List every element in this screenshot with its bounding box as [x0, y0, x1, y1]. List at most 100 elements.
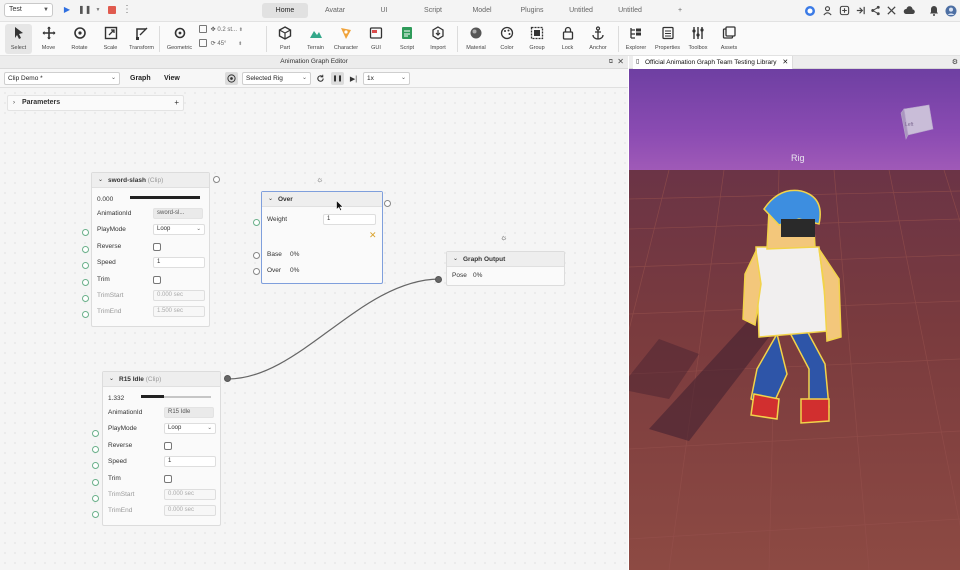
color-button[interactable]: Color: [493, 24, 521, 54]
input-pin-trimend[interactable]: [92, 511, 99, 518]
reverse-checkbox[interactable]: [153, 243, 161, 251]
assistant-icon[interactable]: [803, 4, 816, 17]
trim-checkbox[interactable]: [164, 475, 172, 483]
move-step-checkbox[interactable]: [199, 25, 207, 34]
trimend-field[interactable]: 0.000 sec: [164, 505, 216, 516]
input-pin-trim[interactable]: [92, 479, 99, 486]
properties-button[interactable]: Properties: [652, 24, 683, 54]
input-pin-trim[interactable]: [82, 279, 89, 286]
input-pin-speed[interactable]: [92, 462, 99, 469]
trimstart-field[interactable]: 0.000 sec: [164, 489, 216, 500]
input-pin-reverse[interactable]: [92, 446, 99, 453]
trimend-field[interactable]: 1.500 sec: [153, 306, 205, 317]
rotate-tool-button[interactable]: Rotate: [65, 24, 94, 54]
input-pin-base[interactable]: [253, 252, 260, 259]
pause-preview-button[interactable]: ❚❚: [331, 72, 344, 85]
viewport-tab[interactable]: ▯ Official Animation Graph Team Testing …: [633, 56, 794, 69]
tab-untitled-2[interactable]: Untitled: [612, 3, 648, 18]
playback-scrubber[interactable]: 1.332: [103, 388, 220, 404]
trim-checkbox[interactable]: [153, 276, 161, 284]
clip-node-sword-slash[interactable]: ⌄ sword-slash (Clip) 0.000 AnimationId s…: [91, 172, 210, 327]
input-pin-trimstart[interactable]: [92, 495, 99, 502]
node-header[interactable]: ⌄ Graph Output: [447, 252, 564, 267]
more-options-icon[interactable]: ⋮: [121, 4, 133, 16]
playmode-dropdown[interactable]: Loop ⌄: [164, 423, 216, 434]
remove-input-icon[interactable]: ✕: [369, 230, 377, 241]
animation-id-field[interactable]: sword-sl...: [153, 208, 203, 219]
weight-field[interactable]: 1: [323, 214, 376, 225]
rotate-step-checkbox[interactable]: [199, 39, 207, 48]
collaborators-icon[interactable]: [821, 4, 834, 17]
move-step-stepper-icon[interactable]: ⬍: [239, 27, 243, 33]
character-button[interactable]: Character: [331, 24, 361, 54]
tab-untitled-1[interactable]: Untitled: [563, 3, 599, 18]
move-step-field[interactable]: ✥ 0.2 st... ⬍: [199, 25, 259, 36]
blend-node-over[interactable]: ⌄ Over Weight 1 ✕ Base 0% Over 0%: [261, 191, 383, 284]
output-node-settings-icon[interactable]: ☼: [500, 233, 507, 242]
publish-icon[interactable]: [854, 4, 867, 17]
clip-select[interactable]: Clip Demo * ⌄: [4, 72, 120, 85]
cloud-icon[interactable]: [902, 4, 915, 17]
reverse-checkbox[interactable]: [164, 442, 172, 450]
graph-canvas[interactable]: › Parameters + ⌄ sword-slash (Clip) 0.00…: [0, 88, 628, 570]
view-menu[interactable]: View: [164, 72, 180, 85]
play-options-chevron-icon[interactable]: ▼: [92, 4, 104, 16]
tab-plugins[interactable]: Plugins: [514, 3, 550, 18]
transform-tool-button[interactable]: Transform: [126, 24, 157, 54]
graph-output-node[interactable]: ⌄ Graph Output Pose 0%: [446, 251, 565, 286]
animation-id-field[interactable]: R15 Idle: [164, 407, 214, 418]
gui-button[interactable]: GUI: [364, 24, 388, 54]
input-pin-reverse[interactable]: [82, 246, 89, 253]
playback-speed-select[interactable]: 1x ⌄: [363, 72, 410, 85]
share-icon[interactable]: [869, 4, 882, 17]
material-button[interactable]: Material: [462, 24, 490, 54]
script-button[interactable]: Script: [394, 24, 420, 54]
graph-menu[interactable]: Graph: [130, 72, 151, 85]
node-header[interactable]: ⌄ sword-slash (Clip): [92, 173, 209, 188]
add-collaborator-icon[interactable]: [838, 4, 851, 17]
tab-home[interactable]: Home: [262, 3, 308, 18]
new-tab-button[interactable]: +: [672, 3, 688, 18]
group-button[interactable]: Group: [524, 24, 550, 54]
output-pin-over[interactable]: [384, 200, 391, 207]
terrain-button[interactable]: Terrain: [302, 24, 329, 54]
input-pin-weight[interactable]: [253, 219, 260, 226]
playmode-dropdown[interactable]: Loop ⌄: [153, 224, 205, 235]
clip-node-r15-idle[interactable]: ⌄ R15 Idle (Clip) 1.332 AnimationId R15 …: [102, 371, 221, 526]
place-select[interactable]: Test ▼: [4, 3, 53, 17]
explorer-button[interactable]: Explorer: [623, 24, 649, 54]
speed-field[interactable]: 1: [153, 257, 205, 268]
playback-scrubber[interactable]: 0.000: [92, 189, 209, 205]
part-button[interactable]: Part: [272, 24, 298, 54]
input-pin-trimstart[interactable]: [82, 295, 89, 302]
3d-viewport[interactable]: Left Rig: [629, 69, 960, 570]
input-pin-pose[interactable]: [435, 276, 442, 283]
over-node-settings-icon[interactable]: ☼: [316, 175, 323, 184]
account-avatar-icon[interactable]: [944, 4, 957, 17]
tools-icon[interactable]: [885, 4, 898, 17]
output-pin-r15-idle[interactable]: [224, 375, 231, 382]
play-icon[interactable]: ▶: [61, 4, 73, 16]
step-forward-button[interactable]: ▶|: [347, 72, 360, 85]
geometric-mode-button[interactable]: Geometric: [163, 24, 196, 54]
input-pin-trimend[interactable]: [82, 311, 89, 318]
node-header[interactable]: ⌄ R15 Idle (Clip): [103, 372, 220, 387]
lock-button[interactable]: Lock: [555, 24, 580, 54]
node-header[interactable]: ⌄ Over: [262, 192, 382, 207]
target-rig-button[interactable]: [225, 72, 238, 85]
view-cube-label[interactable]: Left: [905, 122, 913, 128]
speed-field[interactable]: 1: [164, 456, 216, 467]
target-rig-select[interactable]: Selected Rig ⌄: [242, 72, 311, 85]
select-tool-button[interactable]: Select: [5, 24, 32, 54]
input-pin-speed[interactable]: [82, 262, 89, 269]
tab-script[interactable]: Script: [415, 3, 451, 18]
rotate-step-field[interactable]: ⟳ 45° ⬍: [199, 39, 259, 50]
stop-button[interactable]: [106, 4, 118, 16]
input-pin-over[interactable]: [253, 268, 260, 275]
tab-avatar[interactable]: Avatar: [315, 3, 355, 18]
restart-button[interactable]: [314, 72, 327, 85]
close-panel-icon[interactable]: ✕: [617, 56, 624, 68]
input-pin-playmode[interactable]: [92, 430, 99, 437]
import-button[interactable]: Import: [424, 24, 452, 54]
rotate-step-stepper-icon[interactable]: ⬍: [238, 41, 242, 47]
